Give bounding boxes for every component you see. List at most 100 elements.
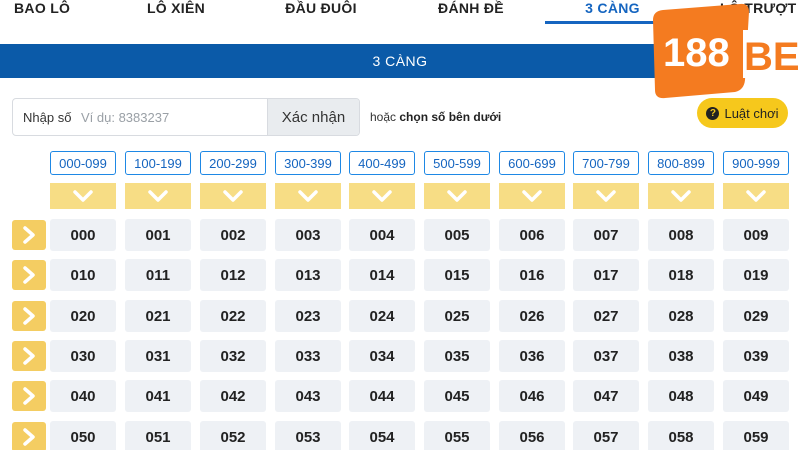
range-selector[interactable]: 500-599 bbox=[424, 151, 490, 175]
number-cell[interactable]: 014 bbox=[349, 259, 415, 291]
row-select-button[interactable] bbox=[12, 260, 46, 290]
range-selector[interactable]: 300-399 bbox=[275, 151, 341, 175]
number-cell[interactable]: 046 bbox=[499, 380, 565, 412]
number-cell[interactable]: 058 bbox=[648, 421, 714, 450]
number-cell[interactable]: 007 bbox=[573, 219, 639, 251]
range-expand-button[interactable] bbox=[50, 183, 116, 209]
rules-button[interactable]: ? Luật chơi bbox=[697, 98, 788, 128]
row-select-button[interactable] bbox=[12, 422, 46, 450]
number-cell[interactable]: 003 bbox=[275, 219, 341, 251]
number-cell[interactable]: 017 bbox=[573, 259, 639, 291]
range-expand-button[interactable] bbox=[424, 183, 490, 209]
number-cell[interactable]: 022 bbox=[200, 300, 266, 332]
range-expand-button[interactable] bbox=[275, 183, 341, 209]
number-cell[interactable]: 040 bbox=[50, 380, 116, 412]
range-selector[interactable]: 600-699 bbox=[499, 151, 565, 175]
number-cell[interactable]: 008 bbox=[648, 219, 714, 251]
number-cell[interactable]: 039 bbox=[723, 340, 789, 372]
number-cell[interactable]: 047 bbox=[573, 380, 639, 412]
chevron-down-icon bbox=[372, 190, 392, 202]
number-cell[interactable]: 018 bbox=[648, 259, 714, 291]
row-select-button[interactable] bbox=[12, 341, 46, 371]
range-expand-button[interactable] bbox=[499, 183, 565, 209]
number-cell[interactable]: 027 bbox=[573, 300, 639, 332]
number-cell[interactable]: 011 bbox=[125, 259, 191, 291]
number-cell[interactable]: 006 bbox=[499, 219, 565, 251]
range-selector[interactable]: 400-499 bbox=[349, 151, 415, 175]
number-cell[interactable]: 036 bbox=[499, 340, 565, 372]
number-cell[interactable]: 034 bbox=[349, 340, 415, 372]
number-cell[interactable]: 048 bbox=[648, 380, 714, 412]
number-cell[interactable]: 038 bbox=[648, 340, 714, 372]
row-select-button[interactable] bbox=[12, 220, 46, 250]
number-cell[interactable]: 044 bbox=[349, 380, 415, 412]
number-cell[interactable]: 035 bbox=[424, 340, 490, 372]
number-cell[interactable]: 041 bbox=[125, 380, 191, 412]
number-cell[interactable]: 020 bbox=[50, 300, 116, 332]
hint-text: hoặc chọn số bên dưới bbox=[370, 110, 502, 124]
number-cell[interactable]: 023 bbox=[275, 300, 341, 332]
range-selector[interactable]: 100-199 bbox=[125, 151, 191, 175]
number-cell[interactable]: 052 bbox=[200, 421, 266, 450]
number-cell[interactable]: 059 bbox=[723, 421, 789, 450]
number-cell[interactable]: 037 bbox=[573, 340, 639, 372]
number-cell[interactable]: 021 bbox=[125, 300, 191, 332]
number-cell[interactable]: 028 bbox=[648, 300, 714, 332]
chevron-right-icon bbox=[23, 428, 35, 446]
number-cell[interactable]: 043 bbox=[275, 380, 341, 412]
svg-text:BE: BE bbox=[744, 35, 800, 79]
tab-bao-lo[interactable]: BAO LÔ bbox=[14, 0, 70, 24]
number-cell[interactable]: 031 bbox=[125, 340, 191, 372]
number-cell[interactable]: 009 bbox=[723, 219, 789, 251]
number-cell[interactable]: 029 bbox=[723, 300, 789, 332]
confirm-button[interactable]: Xác nhận bbox=[267, 99, 359, 135]
number-cell[interactable]: 016 bbox=[499, 259, 565, 291]
number-input[interactable] bbox=[73, 99, 267, 135]
number-cell[interactable]: 053 bbox=[275, 421, 341, 450]
number-cell[interactable]: 056 bbox=[499, 421, 565, 450]
range-selector[interactable]: 900-999 bbox=[723, 151, 789, 175]
number-cell[interactable]: 019 bbox=[723, 259, 789, 291]
chevron-down-icon bbox=[223, 190, 243, 202]
number-cell[interactable]: 012 bbox=[200, 259, 266, 291]
number-cell[interactable]: 055 bbox=[424, 421, 490, 450]
number-cell[interactable]: 030 bbox=[50, 340, 116, 372]
number-cell[interactable]: 033 bbox=[275, 340, 341, 372]
number-cell[interactable]: 015 bbox=[424, 259, 490, 291]
number-cell[interactable]: 042 bbox=[200, 380, 266, 412]
range-expand-button[interactable] bbox=[349, 183, 415, 209]
tab-lo-xien[interactable]: LÔ XIÊN bbox=[146, 0, 206, 24]
number-cell[interactable]: 026 bbox=[499, 300, 565, 332]
number-cell[interactable]: 000 bbox=[50, 219, 116, 251]
number-cell[interactable]: 051 bbox=[125, 421, 191, 450]
range-selector[interactable]: 700-799 bbox=[573, 151, 639, 175]
chevron-right-icon bbox=[23, 387, 35, 405]
row-select-button[interactable] bbox=[12, 381, 46, 411]
number-cell[interactable]: 032 bbox=[200, 340, 266, 372]
number-cell[interactable]: 054 bbox=[349, 421, 415, 450]
number-cell[interactable]: 057 bbox=[573, 421, 639, 450]
number-cell[interactable]: 045 bbox=[424, 380, 490, 412]
range-expand-button[interactable] bbox=[723, 183, 789, 209]
range-expand-button[interactable] bbox=[573, 183, 639, 209]
number-cell[interactable]: 002 bbox=[200, 219, 266, 251]
row-select-button[interactable] bbox=[12, 301, 46, 331]
range-selector[interactable]: 200-299 bbox=[200, 151, 266, 175]
number-cell[interactable]: 025 bbox=[424, 300, 490, 332]
range-selector[interactable]: 800-899 bbox=[648, 151, 714, 175]
number-cell[interactable]: 004 bbox=[349, 219, 415, 251]
number-cell[interactable]: 010 bbox=[50, 259, 116, 291]
number-cell[interactable]: 001 bbox=[125, 219, 191, 251]
range-expand-button[interactable] bbox=[125, 183, 191, 209]
tab-dau-duoi[interactable]: ĐẦU ĐUÔI bbox=[283, 0, 359, 24]
tab-danh-de[interactable]: ĐÁNH ĐỀ bbox=[437, 0, 505, 24]
range-selector[interactable]: 000-099 bbox=[50, 151, 116, 175]
range-expand-button[interactable] bbox=[648, 183, 714, 209]
number-cell[interactable]: 049 bbox=[723, 380, 789, 412]
hint-emphasis: chọn số bên dưới bbox=[399, 110, 502, 124]
number-cell[interactable]: 024 bbox=[349, 300, 415, 332]
range-expand-button[interactable] bbox=[200, 183, 266, 209]
number-cell[interactable]: 005 bbox=[424, 219, 490, 251]
number-cell[interactable]: 013 bbox=[275, 259, 341, 291]
number-cell[interactable]: 050 bbox=[50, 421, 116, 450]
